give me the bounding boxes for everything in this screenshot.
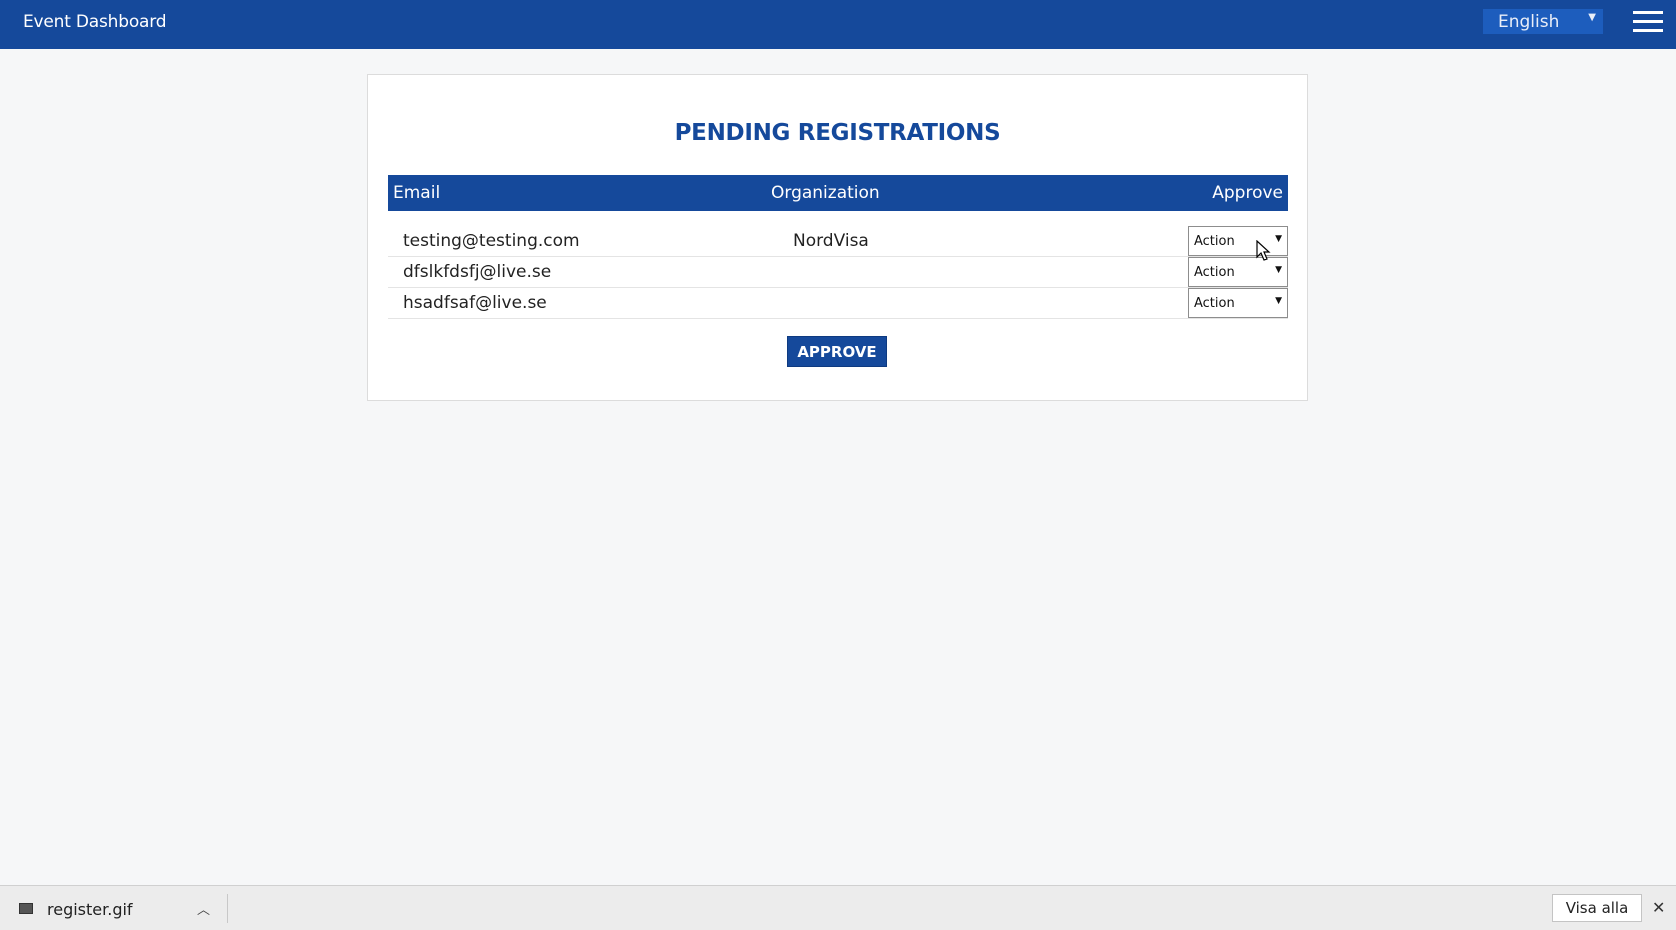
- action-select-value: Action: [1194, 234, 1235, 249]
- row-email: testing@testing.com: [403, 231, 580, 251]
- column-header-email: Email: [393, 183, 441, 203]
- file-icon: [19, 903, 33, 914]
- chevron-up-icon[interactable]: ︿: [197, 899, 210, 918]
- top-navbar: Event Dashboard English ▼: [0, 0, 1676, 49]
- hamburger-menu-icon[interactable]: [1633, 11, 1663, 33]
- chevron-down-icon: ▼: [1275, 296, 1282, 306]
- column-header-approve: Approve: [1212, 183, 1283, 203]
- download-bar: register.gif ︿ Visa alla ✕: [0, 885, 1676, 930]
- action-select-value: Action: [1194, 296, 1235, 311]
- action-select-value: Action: [1194, 265, 1235, 280]
- close-icon[interactable]: ✕: [1652, 898, 1665, 917]
- pending-registrations-card: PENDING REGISTRATIONS Email Organization…: [367, 74, 1308, 401]
- row-organization: NordVisa: [793, 231, 869, 251]
- download-file-name[interactable]: register.gif: [47, 900, 133, 919]
- divider: [227, 894, 228, 923]
- table-header: Email Organization Approve: [388, 175, 1288, 211]
- app-title[interactable]: Event Dashboard: [23, 12, 167, 32]
- action-select[interactable]: Action ▼: [1188, 288, 1288, 318]
- show-all-button[interactable]: Visa alla: [1552, 894, 1642, 922]
- action-select[interactable]: Action ▼: [1188, 226, 1288, 256]
- column-header-organization: Organization: [771, 183, 880, 203]
- chevron-down-icon: ▼: [1275, 234, 1282, 244]
- language-select[interactable]: English ▼: [1483, 9, 1603, 34]
- row-email: hsadfsaf@live.se: [403, 293, 547, 313]
- table-row: testing@testing.com NordVisa Action ▼: [388, 226, 1288, 257]
- mouse-cursor-icon: [1256, 240, 1271, 261]
- chevron-down-icon: ▼: [1275, 265, 1282, 275]
- chevron-down-icon: ▼: [1588, 12, 1596, 23]
- action-select[interactable]: Action ▼: [1188, 257, 1288, 287]
- row-email: dfslkfdsfj@live.se: [403, 262, 552, 282]
- approve-button[interactable]: APPROVE: [787, 336, 887, 367]
- app-root: Event Dashboard English ▼ PENDING REGIST…: [0, 0, 1676, 930]
- table-row: dfslkfdsfj@live.se Action ▼: [388, 257, 1288, 288]
- language-select-value: English: [1498, 12, 1560, 32]
- table-row: hsadfsaf@live.se Action ▼: [388, 288, 1288, 319]
- page-title: PENDING REGISTRATIONS: [674, 120, 1001, 146]
